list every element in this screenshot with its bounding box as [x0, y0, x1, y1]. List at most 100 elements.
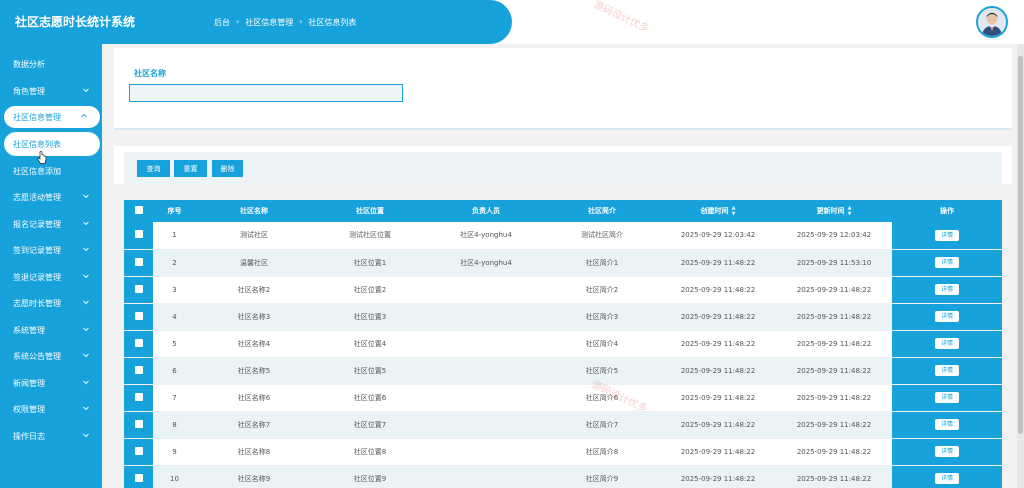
- community-name-input[interactable]: [129, 84, 403, 102]
- cell-intro: 社区简介1: [544, 249, 660, 277]
- avatar[interactable]: [976, 6, 1008, 38]
- sidebar-item-label: 志愿时长管理: [13, 298, 61, 308]
- column-header-created[interactable]: 创建时间 ▲ ▼: [660, 200, 776, 222]
- detail-button[interactable]: 详情: [935, 419, 959, 430]
- row-checkbox[interactable]: [134, 446, 143, 455]
- chevron-down-icon: [83, 327, 89, 332]
- row-checkbox[interactable]: [134, 473, 143, 482]
- sidebar-item-news[interactable]: 新闻管理: [0, 372, 102, 394]
- cell-intro: 社区简介6: [544, 384, 660, 412]
- sort-icon[interactable]: ▲ ▼: [732, 205, 736, 217]
- row-checkbox[interactable]: [134, 284, 143, 293]
- action-bar: 查询 重置 删除: [114, 146, 1012, 184]
- select-all-checkbox[interactable]: [134, 206, 143, 214]
- cell-intro: 社区简介4: [544, 330, 660, 358]
- sidebar-item-community-add[interactable]: 社区信息添加: [0, 160, 102, 182]
- cell-location: 测试社区位置: [312, 222, 428, 250]
- row-checkbox[interactable]: [134, 257, 143, 266]
- breadcrumb-current: 社区信息列表: [308, 18, 357, 27]
- sidebar-item-role-management[interactable]: 角色管理: [0, 80, 102, 102]
- cell-created: 2025-09-29 11:48:22: [660, 276, 776, 304]
- sort-icon[interactable]: ▲ ▼: [848, 205, 852, 217]
- detail-button[interactable]: 详情: [935, 257, 959, 268]
- sidebar-item-label: 社区信息添加: [13, 166, 61, 176]
- cell-actions: 详情: [892, 384, 1002, 412]
- row-select-cell: [124, 357, 153, 385]
- detail-button[interactable]: 详情: [935, 446, 959, 457]
- detail-button[interactable]: 详情: [935, 473, 959, 484]
- table-row: 2 温馨社区 社区位置1 社区4-yonghu4 社区简介1 2025-09-29 11:…: [124, 249, 1002, 277]
- cell-intro: 测试社区简介: [544, 222, 660, 250]
- detail-button[interactable]: 详情: [935, 338, 959, 349]
- row-checkbox[interactable]: [134, 392, 143, 401]
- cell-name: 社区名称8: [196, 438, 312, 466]
- column-header-label: 创建时间: [700, 207, 729, 215]
- detail-button[interactable]: 详情: [935, 365, 959, 376]
- sidebar-item-checkout-records[interactable]: 签退记录管理: [0, 266, 102, 288]
- cell-name: 社区名称9: [196, 465, 312, 488]
- breadcrumb-home[interactable]: 后台: [214, 17, 230, 28]
- row-select-cell: [124, 411, 153, 439]
- cell-updated: 2025-09-29 11:48:22: [776, 465, 892, 488]
- row-select-cell: [124, 276, 153, 304]
- sidebar-item-label: 操作日志: [13, 431, 45, 441]
- column-header-updated[interactable]: 更新时间 ▲ ▼: [776, 200, 892, 222]
- table-row: 5 社区名称4 社区位置4 社区简介4 2025-09-29 11:48:22 2025-…: [124, 330, 1002, 358]
- cell-location: 社区位置6: [312, 384, 428, 412]
- breadcrumb-section[interactable]: 社区信息管理: [245, 17, 293, 28]
- delete-button[interactable]: 删除: [212, 160, 243, 177]
- cell-manager: 社区4-yonghu4: [428, 222, 544, 250]
- cell-name: 社区名称7: [196, 411, 312, 439]
- chevron-down-icon: [83, 247, 89, 252]
- detail-button[interactable]: 详情: [935, 311, 959, 322]
- sidebar-item-volunteer-activity[interactable]: 志愿活动管理: [0, 186, 102, 208]
- cell-created: 2025-09-29 11:48:22: [660, 465, 776, 488]
- reset-button[interactable]: 重置: [174, 160, 207, 177]
- cell-created: 2025-09-29 11:48:22: [660, 411, 776, 439]
- data-table: 序号 社区名称 社区位置 负责人员 社区简介 创建时间 ▲ ▼ 更新时间 ▲ ▼ 操作 …: [124, 200, 1002, 488]
- scrollbar-thumb[interactable]: [1018, 56, 1023, 434]
- sidebar-item-community-management[interactable]: 社区信息管理: [4, 106, 100, 128]
- cell-location: 社区位置1: [312, 249, 428, 277]
- chevron-down-icon: [83, 221, 89, 226]
- row-checkbox[interactable]: [134, 365, 143, 374]
- cell-manager: [428, 411, 544, 439]
- sidebar-item-label: 权限管理: [13, 404, 45, 414]
- cell-location: 社区位置2: [312, 276, 428, 304]
- sidebar-item-label: 签到记录管理: [13, 245, 61, 255]
- sidebar-item-system-management[interactable]: 系统管理: [0, 319, 102, 341]
- row-select-cell: [124, 330, 153, 358]
- sidebar-item-operation-logs[interactable]: 操作日志: [0, 425, 102, 447]
- row-checkbox[interactable]: [134, 338, 143, 347]
- detail-button[interactable]: 详情: [935, 284, 959, 295]
- row-checkbox[interactable]: [134, 230, 143, 239]
- sidebar-item-signup-records[interactable]: 报名记录管理: [0, 213, 102, 235]
- sidebar-item-data-analysis[interactable]: 数据分析: [0, 53, 102, 75]
- cell-created: 2025-09-29 11:48:22: [660, 249, 776, 277]
- top-header: 社区志愿时长统计系统 后台 › 社区信息管理 › 社区信息列表: [0, 0, 1024, 44]
- cell-no: 10: [153, 465, 196, 488]
- query-button[interactable]: 查询: [137, 160, 170, 177]
- sidebar-item-community-list[interactable]: 社区信息列表: [4, 132, 100, 156]
- row-checkbox[interactable]: [134, 311, 143, 320]
- chevron-down-icon: [83, 300, 89, 305]
- cell-location: 社区位置4: [312, 330, 428, 358]
- sidebar-item-label: 报名记录管理: [13, 219, 61, 229]
- search-panel: 社区名称: [114, 48, 1012, 130]
- cell-updated: 2025-09-29 11:48:22: [776, 357, 892, 385]
- cell-manager: [428, 303, 544, 331]
- cell-manager: [428, 465, 544, 488]
- cell-name: 社区名称4: [196, 330, 312, 358]
- sidebar-item-label: 角色管理: [13, 86, 45, 96]
- detail-button[interactable]: 详情: [935, 229, 959, 241]
- sidebar-item-permissions[interactable]: 权限管理: [0, 398, 102, 420]
- sidebar-item-announcements[interactable]: 系统公告管理: [0, 345, 102, 367]
- detail-button[interactable]: 详情: [935, 392, 959, 403]
- sidebar-item-checkin-records[interactable]: 签到记录管理: [0, 239, 102, 261]
- table-row: 10 社区名称9 社区位置9 社区简介9 2025-09-29 11:48:22 2025…: [124, 465, 1002, 488]
- row-checkbox[interactable]: [134, 419, 143, 428]
- cell-created: 2025-09-29 11:48:22: [660, 438, 776, 466]
- cell-actions: 详情: [892, 303, 1002, 331]
- cell-updated: 2025-09-29 11:53:10: [776, 249, 892, 277]
- sidebar-item-volunteer-hours[interactable]: 志愿时长管理: [0, 292, 102, 314]
